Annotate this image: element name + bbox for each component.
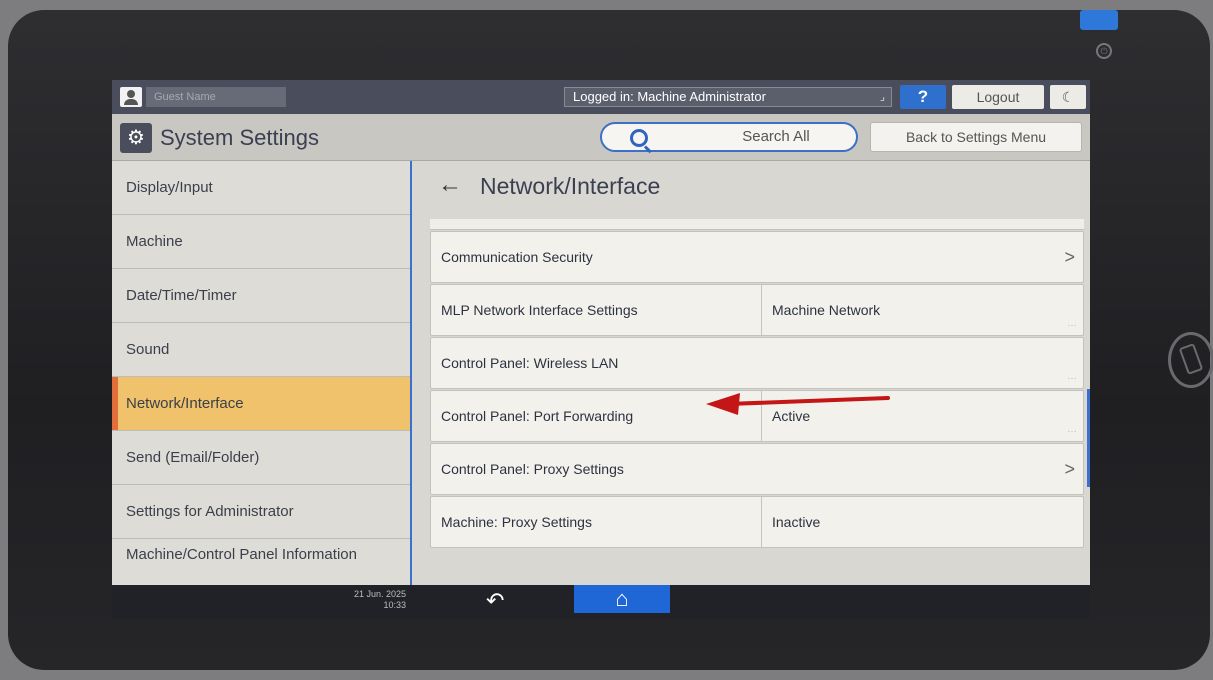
- more-icon: …: [1067, 424, 1077, 435]
- home-button[interactable]: ⌂: [574, 585, 670, 613]
- status-led: [1080, 10, 1118, 30]
- list-item-label: Machine: Proxy Settings: [441, 514, 592, 530]
- sidebar-item-settings-for-administrator[interactable]: Settings for Administrator: [112, 485, 410, 539]
- date-time-display: 21 Jun. 2025 10:33: [348, 589, 406, 611]
- list-item-partial: [430, 219, 1084, 230]
- sidebar-item-send-email-folder[interactable]: Send (Email/Folder): [112, 431, 410, 485]
- list-item-mlp-network-interface-settings[interactable]: MLP Network Interface Settings Machine N…: [430, 284, 1084, 336]
- more-icon: …: [1067, 318, 1077, 329]
- search-all-button[interactable]: Search All: [600, 122, 858, 152]
- search-icon: [630, 129, 648, 147]
- sidebar-item-display-input[interactable]: Display/Input: [112, 161, 410, 215]
- gear-icon: ⚙: [120, 123, 152, 153]
- settings-sidebar: Display/Input Machine Date/Time/Timer So…: [112, 161, 413, 593]
- list-scrollbar[interactable]: [1087, 389, 1090, 487]
- list-item-control-panel-proxy-settings[interactable]: Control Panel: Proxy Settings >: [430, 443, 1084, 495]
- touch-screen: Guest Name Logged in: Machine Administra…: [112, 80, 1090, 618]
- sidebar-item-network-interface[interactable]: Network/Interface: [112, 377, 410, 431]
- list-item-value: Machine Network: [761, 285, 880, 335]
- list-item-control-panel-wireless-lan[interactable]: Control Panel: Wireless LAN …: [430, 337, 1084, 389]
- user-icon[interactable]: [120, 87, 142, 107]
- home-icon: ⌂: [615, 586, 629, 611]
- page-title: System Settings: [160, 125, 319, 150]
- sidebar-item-date-time-timer[interactable]: Date/Time/Timer: [112, 269, 410, 323]
- sidebar-item-machine[interactable]: Machine: [112, 215, 410, 269]
- list-item-value: Active: [761, 391, 810, 441]
- search-label: Search All: [742, 128, 810, 145]
- help-button[interactable]: ?: [900, 85, 946, 109]
- list-item-communication-security[interactable]: Communication Security >: [430, 231, 1084, 283]
- list-item-machine-proxy-settings[interactable]: Machine: Proxy Settings Inactive: [430, 496, 1084, 548]
- chevron-right-icon: >: [1064, 459, 1075, 479]
- logout-button[interactable]: Logout: [952, 85, 1044, 109]
- settings-main-panel: ← Network/Interface Communication Securi…: [412, 161, 1090, 585]
- back-arrow-icon[interactable]: ←: [430, 167, 470, 203]
- section-title: Network/Interface: [480, 173, 661, 199]
- back-icon[interactable]: ↶: [486, 587, 504, 615]
- time-text: 10:33: [383, 600, 406, 610]
- list-item-label: Control Panel: Port Forwarding: [441, 408, 634, 424]
- list-item-label: Control Panel: Proxy Settings: [441, 461, 624, 477]
- list-item-value: Inactive: [761, 497, 820, 547]
- sidebar-item-sound[interactable]: Sound: [112, 323, 410, 377]
- bottom-nav-bar: 21 Jun. 2025 10:33 ↶ ⌂: [112, 585, 1090, 618]
- logged-in-status[interactable]: Logged in: Machine Administrator: [564, 87, 892, 107]
- chevron-right-icon: >: [1064, 247, 1075, 267]
- user-name-field[interactable]: Guest Name: [146, 87, 286, 107]
- list-item-control-panel-port-forwarding[interactable]: Control Panel: Port Forwarding Active …: [430, 390, 1084, 442]
- date-text: 21 Jun. 2025: [353, 589, 406, 599]
- back-to-settings-menu-button[interactable]: Back to Settings Menu: [870, 122, 1082, 152]
- energy-saver-button[interactable]: ☾: [1050, 85, 1086, 109]
- list-item-label: MLP Network Interface Settings: [441, 302, 638, 318]
- list-item-label: Communication Security: [441, 249, 593, 265]
- list-item-label: Control Panel: Wireless LAN: [441, 355, 619, 371]
- settings-header: ⚙ System Settings Search All Back to Set…: [112, 114, 1090, 161]
- power-icon[interactable]: ⏻: [1096, 43, 1112, 59]
- more-icon: …: [1067, 371, 1077, 382]
- nfc-reader-icon: [1168, 332, 1213, 388]
- top-status-bar: Guest Name Logged in: Machine Administra…: [112, 80, 1090, 114]
